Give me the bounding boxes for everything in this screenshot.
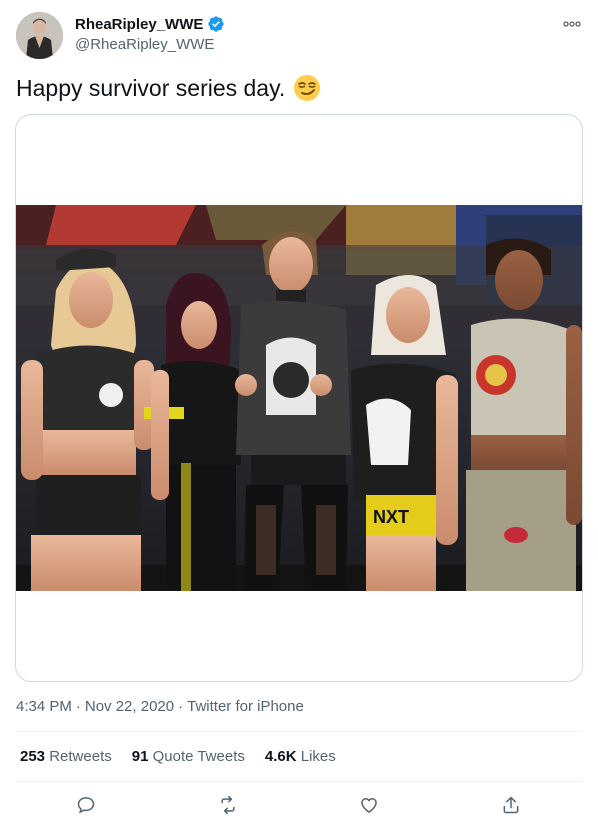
reply-icon[interactable] (71, 790, 101, 820)
meta-separator: · (75, 698, 81, 715)
smirking-face-emoji-icon (293, 74, 321, 102)
quote-tweets-stat[interactable]: 91 Quote Tweets (132, 748, 245, 765)
retweets-count: 253 (20, 748, 46, 765)
tweet-photo[interactable]: NXT (16, 205, 582, 591)
tweet-stats: 253 Retweets 91 Quote Tweets 4.6K Likes (20, 748, 336, 765)
more-options-icon[interactable] (562, 14, 582, 34)
divider (16, 731, 582, 732)
svg-text:NXT: NXT (373, 507, 409, 527)
tweet-meta: 4:34 PM · Nov 22, 2020 · Twitter for iPh… (16, 698, 304, 715)
divider (16, 781, 582, 782)
likes-count: 4.6K (264, 748, 297, 765)
tweet-time[interactable]: 4:34 PM (16, 698, 72, 715)
author-name-row[interactable]: RheaRipley_WWE (75, 15, 225, 33)
verified-badge-icon (207, 15, 225, 33)
tweet-body: Happy survivor series day. (16, 74, 286, 101)
meta-separator: · (178, 698, 184, 715)
quote-tweets-label: Quote Tweets (152, 748, 245, 765)
like-icon[interactable] (354, 790, 384, 820)
retweets-stat[interactable]: 253 Retweets (20, 748, 112, 765)
tweet-text: Happy survivor series day. (16, 74, 321, 102)
share-icon[interactable] (496, 790, 526, 820)
likes-label: Likes (300, 748, 336, 765)
media-card[interactable]: NXT (15, 114, 583, 682)
likes-stat[interactable]: 4.6K Likes (265, 748, 336, 765)
action-bar (0, 790, 598, 820)
tweet-date[interactable]: Nov 22, 2020 (85, 698, 174, 715)
retweets-label: Retweets (49, 748, 112, 765)
user-handle[interactable]: @RheaRipley_WWE (75, 36, 214, 53)
quote-tweets-count: 91 (131, 748, 149, 765)
display-name[interactable]: RheaRipley_WWE (75, 16, 203, 33)
avatar[interactable] (16, 12, 63, 59)
tweet-source[interactable]: Twitter for iPhone (187, 698, 304, 715)
retweet-icon[interactable] (213, 790, 243, 820)
